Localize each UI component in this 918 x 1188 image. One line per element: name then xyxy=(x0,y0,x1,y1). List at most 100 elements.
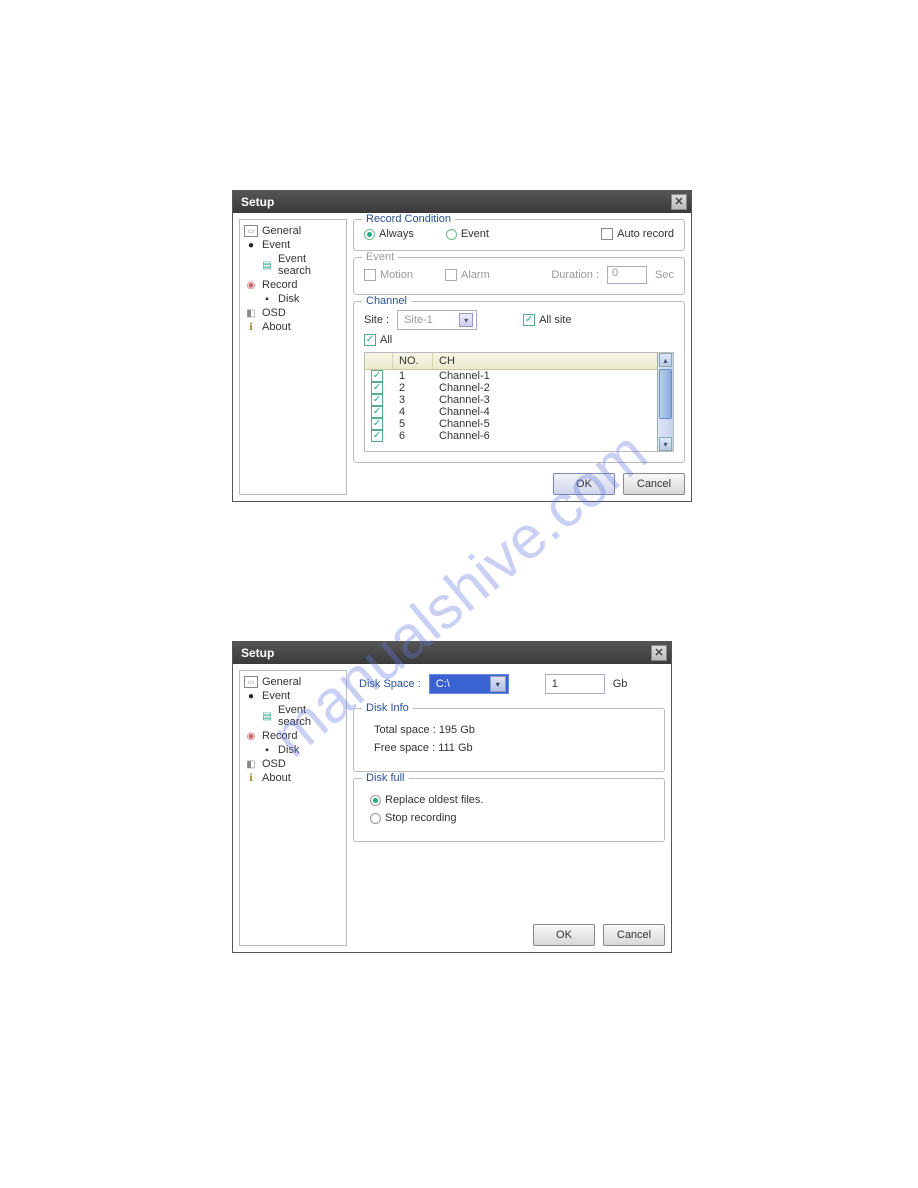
table-row[interactable]: ✓1Channel-1 xyxy=(365,370,673,382)
tree-label: About xyxy=(262,772,291,784)
event-group: Event Motion Alarm Duration : 0 Sec xyxy=(353,257,685,295)
scroll-thumb[interactable] xyxy=(659,369,672,419)
free-space-text: Free space : 111 Gb xyxy=(374,739,644,757)
cell-no: 5 xyxy=(393,418,433,430)
drive-value: C:\ xyxy=(436,678,450,690)
table-row[interactable]: ✓6Channel-6 xyxy=(365,430,673,442)
col-no[interactable]: NO. xyxy=(393,353,433,369)
tree-disk[interactable]: ▪ Disk xyxy=(244,743,342,757)
scrollbar[interactable]: ▴ ▾ xyxy=(657,353,673,451)
close-button[interactable]: ✕ xyxy=(651,645,667,661)
check-label: All site xyxy=(539,314,571,326)
tree-label: General xyxy=(262,676,301,688)
tree-label: Event xyxy=(262,690,290,702)
table-row[interactable]: ✓ 4Channel-4 xyxy=(365,406,673,418)
key-icon: ℹ xyxy=(244,772,258,784)
cancel-button[interactable]: Cancel xyxy=(623,473,685,495)
checkbox-icon[interactable]: ✓ xyxy=(371,430,383,442)
ok-button[interactable]: OK xyxy=(533,924,595,946)
scroll-down-icon[interactable]: ▾ xyxy=(659,437,672,451)
disk-space-label: Disk Space : xyxy=(359,678,421,690)
col-ch[interactable]: CH xyxy=(433,353,673,369)
radio-replace-oldest[interactable]: Replace oldest files. xyxy=(370,791,648,809)
checkbox-icon[interactable]: ✓ xyxy=(371,418,383,430)
table-row[interactable]: ✓ 5Channel-5 xyxy=(365,418,673,430)
cell-no: 4 xyxy=(393,406,433,418)
titlebar: Setup ✕ xyxy=(233,642,671,664)
tree-record[interactable]: ◉ Record xyxy=(244,278,342,292)
check-all-site[interactable]: ✓ All site xyxy=(523,314,571,326)
radio-label: Replace oldest files. xyxy=(385,794,483,806)
window-icon: ▭ xyxy=(244,225,258,237)
ok-button[interactable]: OK xyxy=(553,473,615,495)
tree-disk[interactable]: ▪ Disk xyxy=(244,292,342,306)
disk-icon: ▪ xyxy=(260,293,274,305)
tree-record[interactable]: ◉ Record xyxy=(244,729,342,743)
tree-label: OSD xyxy=(262,307,286,319)
checkbox-icon[interactable]: ✓ xyxy=(371,406,383,418)
group-legend: Channel xyxy=(362,295,411,307)
setup-dialog-record: Setup ✕ ▭ General ● Event ▤ Event search… xyxy=(232,190,692,502)
group-legend: Event xyxy=(362,251,398,263)
checkbox-icon[interactable]: ✓ xyxy=(371,382,383,394)
tree-about[interactable]: ℹ About xyxy=(244,771,342,785)
key-icon: ℹ xyxy=(244,321,258,333)
tree-label: Record xyxy=(262,730,297,742)
radio-icon xyxy=(364,229,375,240)
radio-stop-recording[interactable]: Stop recording xyxy=(370,809,648,827)
tree-about[interactable]: ℹ About xyxy=(244,320,342,334)
document-icon: ▤ xyxy=(260,710,274,722)
checkbox-icon xyxy=(445,269,457,281)
tree-event[interactable]: ● Event xyxy=(244,689,342,703)
duration-input: 0 xyxy=(607,266,647,284)
unit-label: Sec xyxy=(655,269,674,281)
record-condition-group: Record Condition Always Event Auto reco xyxy=(353,219,685,251)
checkbox-icon: ✓ xyxy=(364,334,376,346)
check-auto-record[interactable]: Auto record xyxy=(601,228,674,240)
check-label: Auto record xyxy=(617,228,674,240)
chevron-down-icon: ▾ xyxy=(490,676,506,692)
bomb-icon: ● xyxy=(244,690,258,702)
tree-event[interactable]: ● Event xyxy=(244,238,342,252)
titlebar: Setup ✕ xyxy=(233,191,691,213)
tree-label: Event xyxy=(262,239,290,251)
tree-general[interactable]: ▭ General xyxy=(244,675,342,689)
tree-label: About xyxy=(262,321,291,333)
size-input[interactable]: 1 xyxy=(545,674,605,694)
table-header: NO. CH xyxy=(365,353,673,370)
tree-osd[interactable]: ◧ OSD xyxy=(244,757,342,771)
checkbox-icon[interactable]: ✓ xyxy=(371,394,383,406)
document-icon: ▤ xyxy=(260,259,274,271)
cell-ch: Channel-5 xyxy=(433,418,673,430)
title-text: Setup xyxy=(241,195,274,209)
table-row[interactable]: ✓3Channel-3 xyxy=(365,394,673,406)
checkbox-icon[interactable]: ✓ xyxy=(371,370,383,382)
nav-tree: ▭ General ● Event ▤ Event search ◉ Recor… xyxy=(239,219,347,495)
total-space-text: Total space : 195 Gb xyxy=(374,721,644,739)
table-row[interactable]: ✓2Channel-2 xyxy=(365,382,673,394)
chevron-down-icon: ▾ xyxy=(459,313,473,327)
tree-osd[interactable]: ◧ OSD xyxy=(244,306,342,320)
group-legend: Record Condition xyxy=(362,213,455,225)
cell-ch: Channel-2 xyxy=(433,382,673,394)
check-all-channels[interactable]: ✓ All xyxy=(364,334,392,346)
close-icon: ✕ xyxy=(674,197,683,208)
drive-select[interactable]: C:\ ▾ xyxy=(429,674,509,694)
disk-info-group: Disk Info Total space : 195 Gb Free spac… xyxy=(353,708,665,772)
tree-event-search[interactable]: ▤ Event search xyxy=(244,703,342,729)
tree-general[interactable]: ▭ General xyxy=(244,224,342,238)
duration-label: Duration : xyxy=(551,269,599,281)
close-button[interactable]: ✕ xyxy=(671,194,687,210)
radio-always[interactable]: Always xyxy=(364,228,414,240)
cell-no: 3 xyxy=(393,394,433,406)
cancel-button[interactable]: Cancel xyxy=(603,924,665,946)
radio-label: Always xyxy=(379,228,414,240)
tree-event-search[interactable]: ▤ Event search xyxy=(244,252,342,278)
group-legend: Disk Info xyxy=(362,702,413,714)
radio-event[interactable]: Event xyxy=(446,228,489,240)
osd-icon: ◧ xyxy=(244,307,258,319)
group-legend: Disk full xyxy=(362,772,409,784)
scroll-up-icon[interactable]: ▴ xyxy=(659,353,672,367)
cell-ch: Channel-4 xyxy=(433,406,673,418)
check-label: Alarm xyxy=(461,269,490,281)
